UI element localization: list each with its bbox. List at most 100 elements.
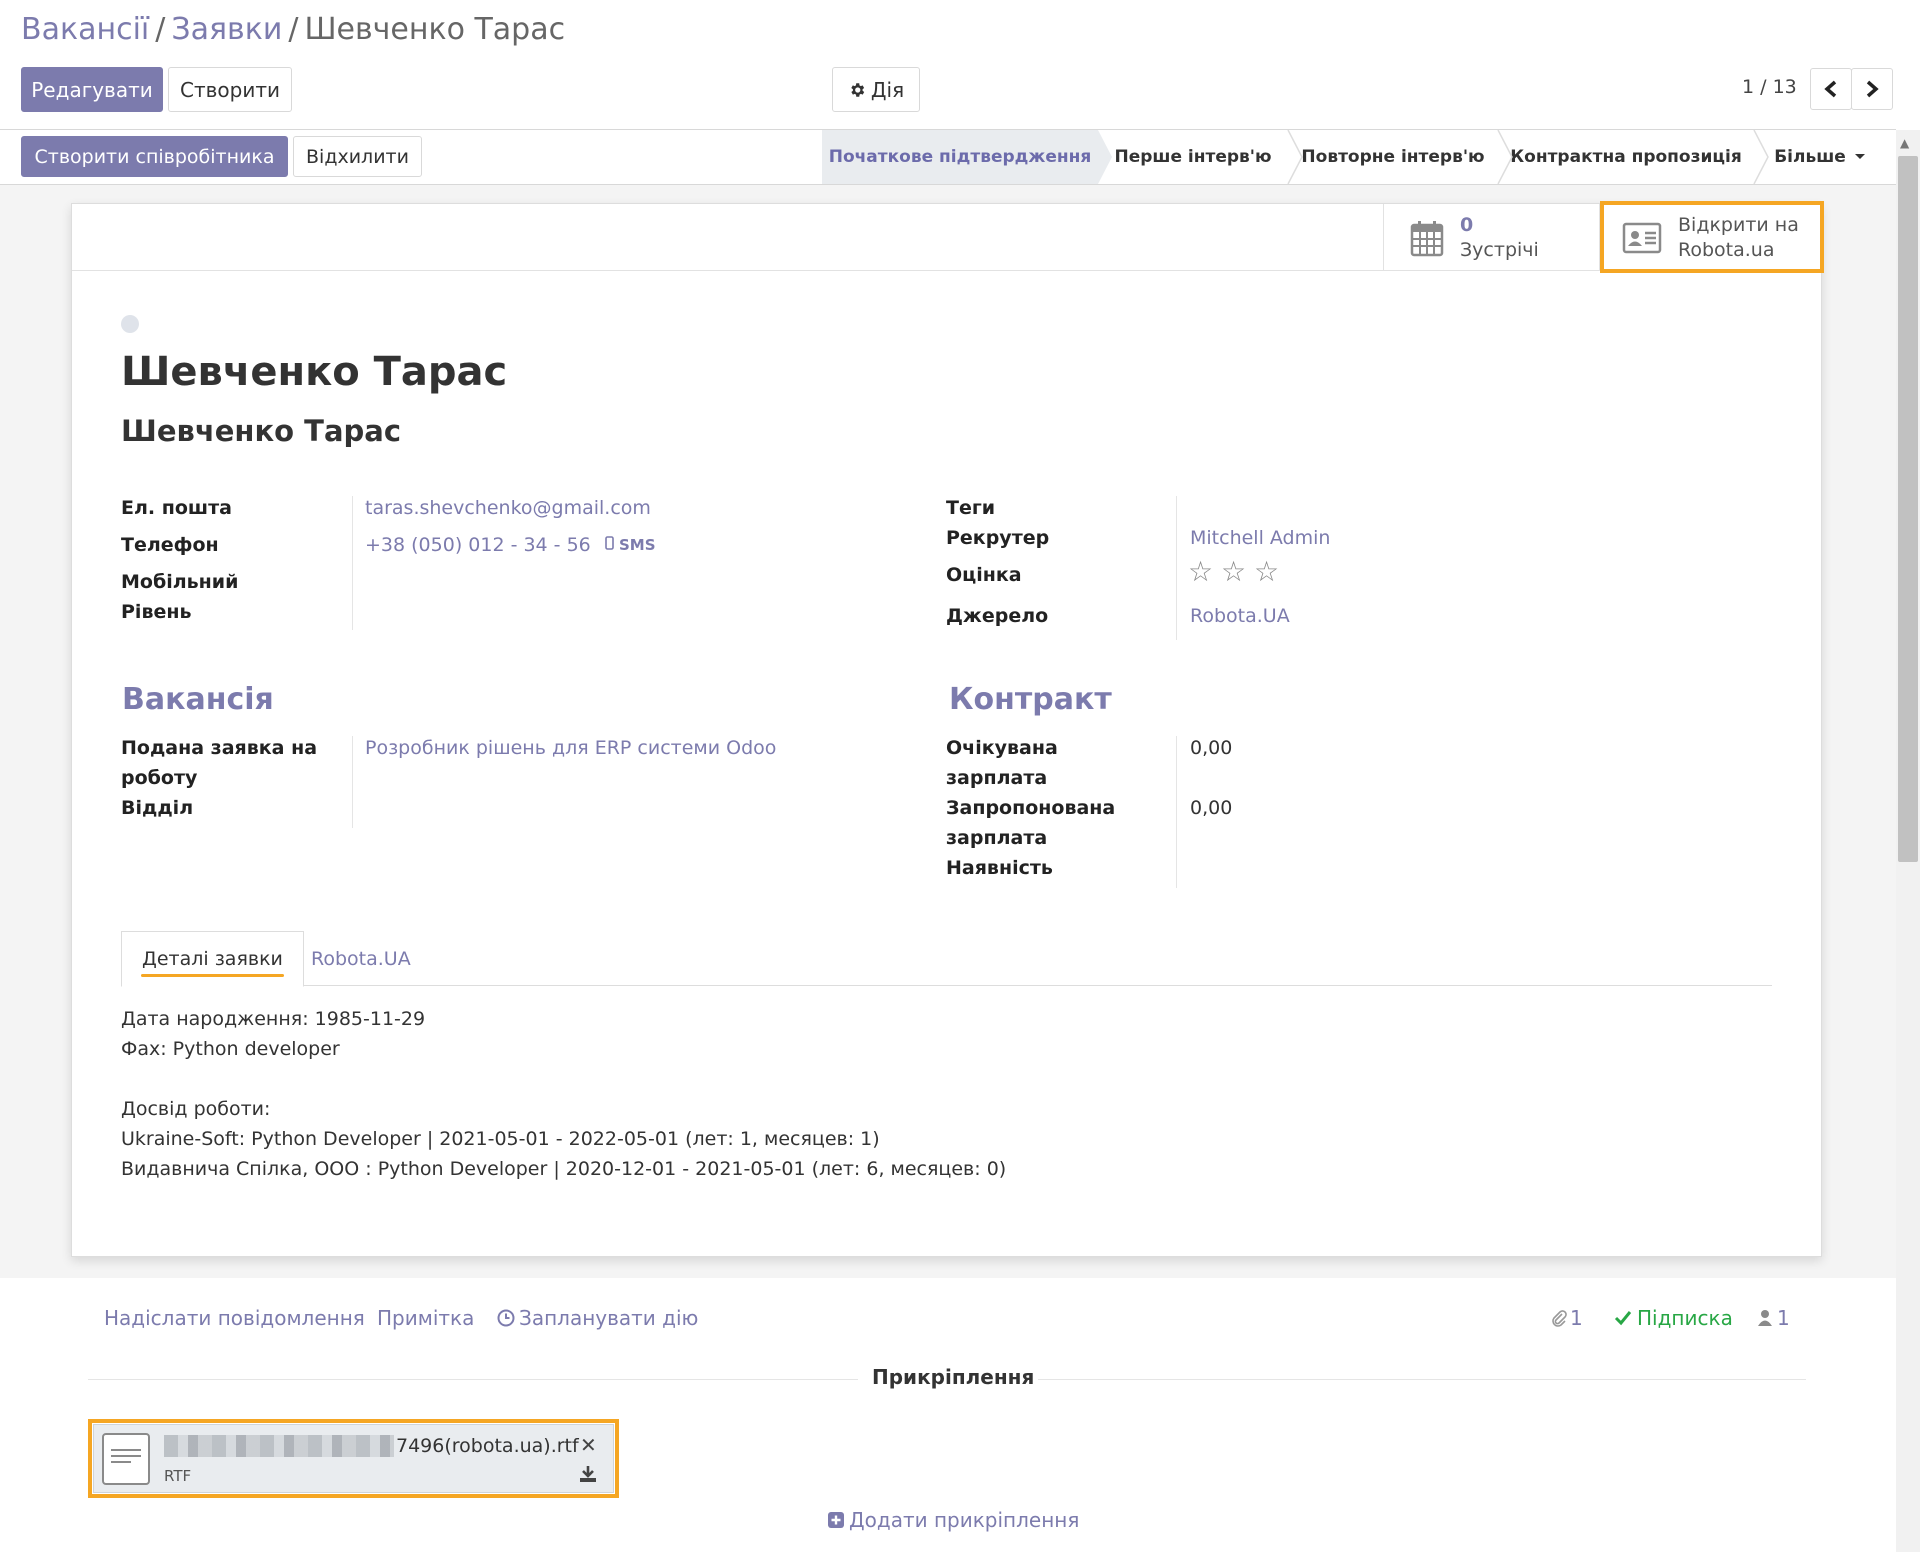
- expected-salary-label-2: зарплата: [946, 767, 1048, 789]
- phone-field: +38 (050) 012 - 34 - 56 SMS: [365, 530, 656, 560]
- robota-line-1: Відкрити на: [1678, 213, 1799, 236]
- applied-job-link[interactable]: Розробник рішень для ERP системи Odoo: [365, 733, 776, 763]
- add-attachment-button[interactable]: Додати прикріплення: [827, 1508, 1079, 1532]
- edit-button[interactable]: Редагувати: [21, 67, 163, 112]
- job-section-title: Вакансія: [122, 682, 274, 717]
- tab-robota[interactable]: Robota.UA: [291, 931, 431, 986]
- schedule-activity-button[interactable]: Запланувати дію: [497, 1306, 698, 1330]
- refuse-button[interactable]: Відхилити: [293, 136, 422, 177]
- redacted-filename: [164, 1435, 394, 1457]
- follow-button[interactable]: Підписка: [1614, 1306, 1733, 1330]
- chevron-right-icon: [1866, 80, 1879, 98]
- close-icon[interactable]: ✕: [580, 1433, 597, 1457]
- mobile-label: Мобільний: [121, 571, 239, 593]
- pager-previous-button[interactable]: [1810, 68, 1852, 110]
- chevron-left-icon: [1824, 80, 1837, 98]
- email-link[interactable]: taras.shevchenko@gmail.com: [365, 493, 651, 523]
- attachment-extension: RTF: [164, 1467, 192, 1485]
- attachment-name: 7496(robota.ua).rtf: [164, 1435, 579, 1457]
- action-dropdown-button[interactable]: Дія: [832, 67, 920, 112]
- followers-button[interactable]: 1: [1757, 1306, 1790, 1330]
- phone-link[interactable]: +38 (050) 012 - 34 - 56: [365, 530, 591, 560]
- create-employee-button[interactable]: Створити співробітника: [21, 136, 288, 177]
- pager-value[interactable]: 1 / 13: [1742, 76, 1797, 98]
- stage-more-label: Більше: [1774, 147, 1846, 167]
- description-line: Дата народження: 1985-11-29: [121, 1008, 426, 1030]
- paperclip-icon: [1552, 1310, 1567, 1327]
- star-icon[interactable]: ☆: [1188, 557, 1213, 587]
- caret-down-icon: [1854, 154, 1865, 159]
- scroll-up-arrow[interactable]: ▲: [1900, 136, 1909, 150]
- kanban-state-indicator[interactable]: [121, 315, 139, 333]
- tab-label: Robota.UA: [311, 947, 411, 970]
- tab-label: Деталі заявки: [142, 948, 283, 970]
- attachments-divider: [1038, 1379, 1806, 1380]
- notebook-tabs: Деталі заявки Robota.UA: [121, 931, 1772, 987]
- availability-label: Наявність: [946, 857, 1053, 879]
- stage-arrow: [1753, 130, 1769, 184]
- rating-label: Оцінка: [946, 564, 1022, 586]
- stage-more-dropdown[interactable]: Більше: [1754, 130, 1886, 184]
- clock-icon: [497, 1309, 515, 1327]
- robota-stat: Відкрити на Robota.ua: [1678, 213, 1799, 263]
- user-icon: [1758, 1310, 1772, 1326]
- proposed-salary-label-2: зарплата: [946, 827, 1048, 849]
- robota-line-2: Robota.ua: [1678, 238, 1775, 261]
- tab-highlight: [141, 974, 284, 977]
- star-icon[interactable]: ☆: [1254, 557, 1279, 587]
- applied-job-label-1: Подана заявка на: [121, 737, 318, 759]
- star-icon[interactable]: ☆: [1221, 557, 1246, 587]
- recruiter-link[interactable]: Mitchell Admin: [1190, 523, 1330, 553]
- attachment-count: 1: [1570, 1306, 1583, 1330]
- field-divider: [1176, 496, 1177, 640]
- breadcrumb-separator: /: [155, 12, 166, 47]
- send-message-button[interactable]: Надіслати повідомлення: [104, 1306, 365, 1330]
- description-line: Видавнича Спілка, ООО : Python Developer…: [121, 1158, 1007, 1180]
- source-link[interactable]: Robota.UA: [1190, 601, 1290, 631]
- description-line: Досвід роботи:: [121, 1098, 271, 1120]
- stage-arrow: [1098, 130, 1112, 184]
- tab-application-details[interactable]: Деталі заявки: [121, 931, 304, 987]
- create-button[interactable]: Створити: [168, 67, 292, 112]
- stage-initial-qualification[interactable]: Початкове підтвердження: [822, 130, 1112, 184]
- attachment-count-button[interactable]: 1: [1551, 1306, 1583, 1330]
- sms-button[interactable]: SMS: [604, 530, 656, 560]
- attachments-title: Прикріплення: [872, 1365, 1035, 1389]
- contract-section-title: Контракт: [949, 682, 1112, 717]
- download-icon[interactable]: [578, 1465, 598, 1487]
- stage-first-interview[interactable]: Перше інтерв'ю: [1098, 130, 1303, 184]
- schedule-activity-label: Запланувати дію: [519, 1306, 699, 1330]
- add-attachment-label: Додати прикріплення: [849, 1508, 1080, 1532]
- stage-arrow: [1287, 130, 1303, 184]
- source-label: Джерело: [946, 605, 1049, 627]
- stage-label: Контрактна пропозиція: [1510, 147, 1742, 167]
- meetings-count: 0: [1460, 213, 1474, 236]
- stage-label: Повторне інтерв'ю: [1301, 147, 1485, 167]
- stage-contract-proposal[interactable]: Контрактна пропозиція: [1498, 130, 1769, 184]
- calendar-icon: [1410, 220, 1444, 256]
- control-panel: Вакансії / Заявки / Шевченко Тарас Редагуват…: [0, 0, 1896, 130]
- scrollbar-thumb[interactable]: [1898, 156, 1918, 862]
- log-note-button[interactable]: Примітка: [377, 1306, 474, 1330]
- description-line: Фах: Python developer: [121, 1038, 340, 1060]
- proposed-salary-label-1: Запропонована: [946, 797, 1116, 819]
- pager-next-button[interactable]: [1851, 68, 1893, 110]
- rating-stars[interactable]: ☆ ☆ ☆: [1188, 557, 1298, 591]
- meetings-smart-button[interactable]: 0 Зустрічі: [1383, 204, 1599, 271]
- stage-second-interview[interactable]: Повторне інтерв'ю: [1288, 130, 1513, 184]
- attachment-name-suffix: 7496(robota.ua).rtf: [396, 1435, 579, 1457]
- email-label: Ел. пошта: [121, 497, 232, 519]
- stage-pipeline: Початкове підтвердження Перше інтерв'ю П…: [822, 130, 1886, 184]
- attachment-card[interactable]: 7496(robota.ua).rtf RTF ✕: [93, 1424, 614, 1493]
- gear-icon: [851, 82, 865, 97]
- breadcrumb-applications[interactable]: Заявки: [171, 12, 282, 47]
- action-label: Дія: [870, 77, 905, 102]
- breadcrumb-vacancies[interactable]: Вакансії: [21, 12, 149, 47]
- partner-name: Шевченко Тарас: [121, 414, 402, 448]
- open-robota-button[interactable]: Відкрити на Robota.ua: [1599, 204, 1821, 271]
- breadcrumb: Вакансії / Заявки / Шевченко Тарас: [21, 12, 565, 47]
- description-line: Ukraine-Soft: Python Developer | 2021-05…: [121, 1128, 880, 1150]
- phone-label: Телефон: [121, 534, 219, 556]
- stage-label: Початкове підтвердження: [828, 147, 1092, 167]
- meetings-stat: 0 Зустрічі: [1460, 213, 1539, 263]
